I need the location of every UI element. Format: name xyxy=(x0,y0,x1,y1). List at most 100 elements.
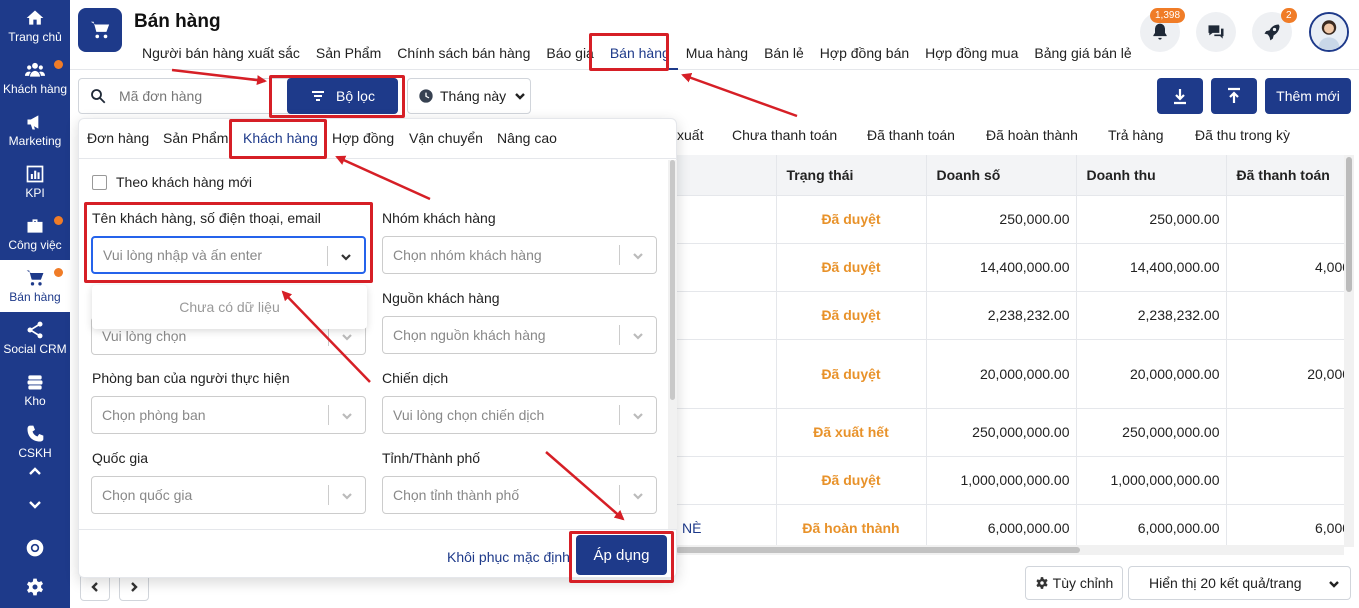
sidebar-support-button[interactable] xyxy=(0,533,70,563)
campaign-select[interactable]: Vui lòng chọn chiến dịch xyxy=(382,396,657,434)
filter-tab-products[interactable]: Sản Phẩm xyxy=(163,119,228,159)
notification-badge: 1,398 xyxy=(1150,8,1186,23)
nav-sales[interactable]: Bán hàng xyxy=(601,36,678,70)
share-icon xyxy=(27,321,43,339)
bell-icon xyxy=(1153,23,1167,40)
scrollbar-thumb[interactable] xyxy=(670,160,675,400)
filter-tab-shipping[interactable]: Vận chuyển xyxy=(409,119,483,159)
department-select[interactable]: Chọn phòng ban xyxy=(91,396,366,434)
status-tab-unpaid[interactable]: Chưa thanh toán xyxy=(732,127,837,143)
notification-button[interactable]: 1,398 xyxy=(1140,8,1186,52)
filter-button[interactable]: Bộ lọc xyxy=(287,78,398,114)
customize-button[interactable]: Tùy chỉnh xyxy=(1025,566,1123,600)
sidebar-settings-button[interactable] xyxy=(0,572,70,602)
filter-tab-customers[interactable]: Khách hàng xyxy=(243,119,318,159)
select-placeholder: Chọn phòng ban xyxy=(102,407,206,423)
customer-search-placeholder: Vui lòng nhập và ấn enter xyxy=(103,247,263,263)
customer-source-select[interactable]: Chọn nguồn khách hàng xyxy=(382,316,657,354)
table-row[interactable]: Đã duyệt 2,238,232.00 2,238,232.00 xyxy=(676,291,1344,340)
apply-button[interactable]: Áp dụng xyxy=(576,535,667,575)
new-customer-checkbox[interactable] xyxy=(92,175,107,190)
table-row[interactable]: Đã xuất hết 250,000,000.00 250,000,000.0… xyxy=(676,408,1344,457)
status-tab-exported[interactable]: xuất xyxy=(677,127,703,143)
table-row[interactable]: Đã duyệt 20,000,000.00 20,000,000.00 20,… xyxy=(676,339,1344,409)
table-cell xyxy=(676,291,777,340)
chevron-down-icon xyxy=(342,413,352,420)
nav-retail[interactable]: Bán lẻ xyxy=(756,36,812,70)
table-row[interactable]: NÈ Đã hoàn thành 6,000,000.00 6,000,000.… xyxy=(676,504,1344,547)
filter-scrollbar[interactable] xyxy=(668,160,677,529)
nav-quotes[interactable]: Báo giá xyxy=(538,36,601,70)
nav-purchases[interactable]: Mua hàng xyxy=(678,36,756,70)
filter-tab-orders[interactable]: Đơn hàng xyxy=(87,119,149,159)
sidebar-item-warehouse[interactable]: Kho xyxy=(0,364,70,416)
no-data-dropdown: Chưa có dữ liệu xyxy=(92,285,367,329)
page-title: Bán hàng xyxy=(134,11,221,32)
page-size-select[interactable]: Hiển thị 20 kết quả/trang xyxy=(1128,566,1351,600)
table-cell xyxy=(676,408,777,457)
chat-button[interactable] xyxy=(1196,12,1236,52)
sidebar-item-home[interactable]: Trang chủ xyxy=(0,0,70,52)
nav-best-seller[interactable]: Người bán hàng xuất sắc xyxy=(134,36,308,70)
nav-sales-contracts[interactable]: Hợp đồng bán xyxy=(812,36,917,70)
column-header-status[interactable]: Trạng thái xyxy=(776,155,927,196)
nav-retail-price-list[interactable]: Bảng giá bán lẻ xyxy=(1026,36,1139,70)
download-button[interactable] xyxy=(1157,78,1203,114)
period-select[interactable]: Tháng này xyxy=(407,78,531,114)
status-tab-collected-period[interactable]: Đã thu trong kỳ xyxy=(1195,127,1290,143)
sidebar-item-label: Bán hàng xyxy=(9,290,61,304)
order-search-input[interactable] xyxy=(119,79,279,113)
select-separator xyxy=(619,245,620,265)
sidebar-item-social-crm[interactable]: Social CRM xyxy=(0,312,70,364)
nav-products[interactable]: Sản Phẩm xyxy=(308,36,389,70)
column-header xyxy=(676,155,777,196)
province-select[interactable]: Chọn tỉnh thành phố xyxy=(382,476,657,514)
sidebar-scroll-down[interactable] xyxy=(0,490,70,518)
status-cell: Đã duyệt xyxy=(776,243,927,292)
rocket-badge: 2 xyxy=(1281,8,1297,23)
sidebar-item-customers[interactable]: Khách hàng xyxy=(0,52,70,104)
country-select[interactable]: Chọn quốc gia xyxy=(91,476,366,514)
add-new-button[interactable]: Thêm mới xyxy=(1265,78,1351,114)
sidebar-item-sales[interactable]: Bán hàng xyxy=(0,260,70,312)
sidebar-item-kpi[interactable]: KPI xyxy=(0,156,70,208)
sidebar-scroll-up[interactable] xyxy=(0,458,70,486)
customer-link-cell[interactable]: NÈ xyxy=(676,504,777,547)
table-vertical-scrollbar[interactable] xyxy=(1344,155,1354,547)
status-tab-returned[interactable]: Trả hàng xyxy=(1108,127,1164,143)
status-cell: Đã xuất hết xyxy=(776,408,927,457)
nav-purchase-contracts[interactable]: Hợp đồng mua xyxy=(917,36,1026,70)
upload-button[interactable] xyxy=(1211,78,1257,114)
select-placeholder: Vui lòng chọn xyxy=(102,328,187,344)
status-tab-completed[interactable]: Đã hoàn thành xyxy=(986,127,1078,143)
avatar[interactable] xyxy=(1309,12,1349,52)
status-cell: Đã hoàn thành xyxy=(776,504,927,547)
table-row[interactable]: Đã duyệt 14,400,000.00 14,400,000.00 4,0… xyxy=(676,243,1344,292)
revenue-cell: 250,000,000.00 xyxy=(1076,408,1227,457)
customer-group-select[interactable]: Chọn nhóm khách hàng xyxy=(382,236,657,274)
revenue-cell: 250,000.00 xyxy=(1076,195,1227,244)
status-tab-paid[interactable]: Đã thanh toán xyxy=(867,127,955,143)
scrollbar-thumb[interactable] xyxy=(676,547,1080,553)
column-header-sales[interactable]: Doanh số xyxy=(926,155,1077,196)
scrollbar-thumb[interactable] xyxy=(1346,157,1352,292)
filter-icon xyxy=(312,91,325,101)
filter-tab-contracts[interactable]: Hợp đồng xyxy=(332,119,394,159)
sidebar-item-label: Social CRM xyxy=(3,342,67,356)
filter-tab-advanced[interactable]: Nâng cao xyxy=(497,119,557,159)
table-row[interactable]: Đã duyệt 250,000.00 250,000.00 xyxy=(676,195,1344,244)
nav-sales-policy[interactable]: Chính sách bán hàng xyxy=(389,36,538,70)
rocket-button[interactable]: 2 xyxy=(1252,8,1297,52)
sidebar-item-marketing[interactable]: Marketing xyxy=(0,104,70,156)
table-row[interactable]: Đã duyệt 1,000,000,000.00 1,000,000,000.… xyxy=(676,456,1344,505)
sidebar-item-tasks[interactable]: Công việc xyxy=(0,208,70,260)
column-header-paid[interactable]: Đã thanh toán xyxy=(1226,155,1344,196)
table-horizontal-scrollbar[interactable] xyxy=(676,545,1344,555)
upload-icon xyxy=(1228,87,1240,103)
reset-defaults-link[interactable]: Khôi phục mặc định xyxy=(447,549,570,565)
chevron-down-icon xyxy=(29,501,41,509)
campaign-field-label: Chiến dịch xyxy=(382,370,449,386)
customer-search-input[interactable]: Vui lòng nhập và ấn enter xyxy=(91,236,366,274)
home-icon xyxy=(26,10,44,25)
column-header-revenue[interactable]: Doanh thu xyxy=(1076,155,1227,196)
